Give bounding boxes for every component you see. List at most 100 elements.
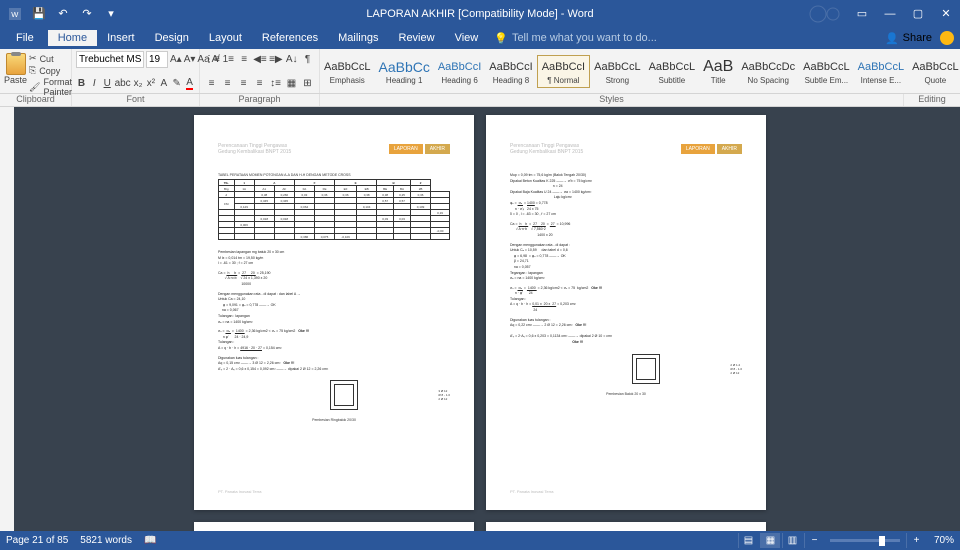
group-labels: Clipboard Font Paragraph Styles Editing bbox=[0, 94, 960, 107]
style-strong[interactable]: AaBbCcLStrong bbox=[590, 56, 644, 87]
word-icon[interactable]: W bbox=[4, 3, 26, 25]
web-layout-button[interactable]: ▥ bbox=[782, 533, 802, 548]
zoom-slider[interactable] bbox=[830, 539, 900, 542]
show-marks[interactable]: ¶ bbox=[300, 51, 315, 67]
decoration-swirl bbox=[808, 4, 848, 24]
style-subtleem[interactable]: AaBbCcLSubtle Em... bbox=[799, 56, 853, 87]
print-layout-button[interactable]: ▦ bbox=[760, 533, 780, 548]
style-heading8[interactable]: AaBbCcIHeading 8 bbox=[485, 56, 536, 87]
tab-file[interactable]: File bbox=[2, 30, 48, 46]
document-page-bottom-left: Perencanaan Tinggi PengawasGedung Kembal… bbox=[194, 522, 474, 531]
page-indicator[interactable]: Page 21 of 85 bbox=[6, 535, 68, 546]
align-left[interactable]: ≡ bbox=[204, 75, 219, 91]
brush-icon: 🖌 bbox=[29, 82, 40, 93]
subscript-button[interactable]: x₂ bbox=[133, 75, 144, 91]
tab-design[interactable]: Design bbox=[145, 30, 199, 46]
highlight-button[interactable]: ✎ bbox=[171, 75, 182, 91]
qat-more[interactable]: ▾ bbox=[100, 3, 122, 25]
quick-access-toolbar: W 💾 ↶ ↷ ▾ bbox=[0, 3, 126, 25]
spell-check-icon[interactable]: 📖 bbox=[144, 535, 156, 546]
page-footer: PT. Panata Inovasi Terra bbox=[218, 489, 262, 494]
style-heading1[interactable]: AaBbCcHeading 1 bbox=[374, 56, 433, 87]
strike-button[interactable]: abc bbox=[115, 75, 131, 91]
tab-home[interactable]: Home bbox=[48, 30, 97, 46]
close-button[interactable]: ✕ bbox=[932, 0, 960, 27]
face-icon[interactable] bbox=[940, 31, 954, 45]
style-title[interactable]: AaBTitle bbox=[699, 56, 737, 87]
style-heading6[interactable]: AaBbCcIHeading 6 bbox=[434, 56, 485, 87]
align-right[interactable]: ≡ bbox=[236, 75, 251, 91]
tab-insert[interactable]: Insert bbox=[97, 30, 145, 46]
document-page-bottom-right: Perencanaan Tinggi PengawasGedung Kembal… bbox=[486, 522, 766, 531]
scissors-icon: ✂ bbox=[29, 53, 37, 64]
status-bar: Page 21 of 85 5821 words 📖 ▤ ▦ ▥ − + 70% bbox=[0, 531, 960, 550]
shading-button[interactable]: ▦ bbox=[284, 75, 299, 91]
align-justify[interactable]: ≡ bbox=[252, 75, 267, 91]
word-count[interactable]: 5821 words bbox=[80, 535, 132, 546]
undo-button[interactable]: ↶ bbox=[52, 3, 74, 25]
section-diagram bbox=[330, 380, 358, 410]
cut-button[interactable]: ✂Cut bbox=[29, 53, 72, 64]
zoom-level[interactable]: 70% bbox=[934, 535, 954, 546]
tab-mailings[interactable]: Mailings bbox=[328, 30, 388, 46]
title-bar: W 💾 ↶ ↷ ▾ LAPORAN AKHIR [Compatibility M… bbox=[0, 0, 960, 27]
inc-indent[interactable]: ≡▶ bbox=[268, 51, 283, 67]
copy-button[interactable]: ⎘Copy bbox=[29, 65, 72, 76]
grow-font[interactable]: A▴ bbox=[170, 52, 182, 68]
style-intensee[interactable]: AaBbCcLIntense E... bbox=[854, 56, 908, 87]
ribbon-tabs: File Home Insert Design Layout Reference… bbox=[0, 27, 960, 49]
line-spacing[interactable]: ↕≡ bbox=[268, 75, 283, 91]
style-normal[interactable]: AaBbCcI¶ Normal bbox=[537, 55, 590, 88]
zoom-out-button[interactable]: − bbox=[804, 533, 824, 548]
numbering-button[interactable]: 1≡ bbox=[221, 51, 236, 67]
underline-button[interactable]: U bbox=[102, 75, 113, 91]
group-styles: AaBbCcLEmphasisAaBbCcHeading 1AaBbCcIHea… bbox=[320, 49, 960, 93]
italic-button[interactable]: I bbox=[89, 75, 100, 91]
vertical-ruler bbox=[0, 107, 14, 531]
multilevel-button[interactable]: ≡ bbox=[237, 51, 252, 67]
paste-icon bbox=[6, 53, 26, 75]
paste-button[interactable]: Paste bbox=[4, 51, 27, 91]
superscript-button[interactable]: x² bbox=[146, 75, 157, 91]
tab-references[interactable]: References bbox=[252, 30, 328, 46]
tell-me-search[interactable]: 💡Tell me what you want to do... bbox=[494, 32, 657, 45]
maximize-button[interactable]: ▢ bbox=[904, 0, 932, 27]
group-clipboard: Paste ✂Cut ⎘Copy 🖌Format Painter bbox=[0, 49, 72, 93]
align-center[interactable]: ≡ bbox=[220, 75, 235, 91]
save-button[interactable]: 💾 bbox=[28, 3, 50, 25]
share-button[interactable]: 👤Share bbox=[877, 32, 940, 45]
style-subtitle[interactable]: AaBbCcLSubtitle bbox=[645, 56, 699, 87]
read-mode-button[interactable]: ▤ bbox=[738, 533, 758, 548]
bullets-button[interactable]: ⋮≡ bbox=[204, 51, 220, 67]
document-area[interactable]: Perencanaan Tinggi PengawasGedung Kembal… bbox=[0, 107, 960, 531]
header-badge: LAPORANAKHIR bbox=[681, 144, 742, 154]
svg-text:W: W bbox=[11, 10, 19, 19]
tab-view[interactable]: View bbox=[445, 30, 489, 46]
tab-review[interactable]: Review bbox=[389, 30, 445, 46]
redo-button[interactable]: ↷ bbox=[76, 3, 98, 25]
font-name-select[interactable] bbox=[76, 51, 144, 68]
ribbon-options[interactable]: ▭ bbox=[848, 0, 876, 27]
dec-indent[interactable]: ◀≡ bbox=[253, 51, 268, 67]
document-page-right: Perencanaan Tinggi PengawasGedung Kembal… bbox=[486, 115, 766, 510]
section-diagram bbox=[632, 354, 660, 384]
share-icon: 👤 bbox=[885, 32, 899, 45]
group-paragraph: ⋮≡ 1≡ ≡ ◀≡ ≡▶ A↓ ¶ ≡ ≡ ≡ ≡ ↕≡ ▦ ⊞ bbox=[200, 49, 320, 93]
shrink-font[interactable]: A▾ bbox=[184, 52, 196, 68]
font-size-select[interactable] bbox=[146, 51, 168, 68]
style-quote[interactable]: AaBbCcLQuote bbox=[908, 56, 960, 87]
minimize-button[interactable]: — bbox=[876, 0, 904, 27]
style-emphasis[interactable]: AaBbCcLEmphasis bbox=[320, 56, 374, 87]
text-effects[interactable]: A bbox=[158, 75, 169, 91]
copy-icon: ⎘ bbox=[29, 65, 36, 76]
sort-button[interactable]: A↓ bbox=[284, 51, 299, 67]
bold-button[interactable]: B bbox=[76, 75, 87, 91]
tab-layout[interactable]: Layout bbox=[199, 30, 252, 46]
style-nospacing[interactable]: AaBbCcDcNo Spacing bbox=[737, 56, 799, 87]
format-painter-button[interactable]: 🖌Format Painter bbox=[29, 77, 72, 97]
zoom-in-button[interactable]: + bbox=[906, 533, 926, 548]
window-title: LAPORAN AKHIR [Compatibility Mode] - Wor… bbox=[366, 8, 593, 20]
borders-button[interactable]: ⊞ bbox=[300, 75, 315, 91]
font-color[interactable]: A bbox=[184, 75, 195, 91]
header-badge: LAPORANAKHIR bbox=[389, 144, 450, 154]
